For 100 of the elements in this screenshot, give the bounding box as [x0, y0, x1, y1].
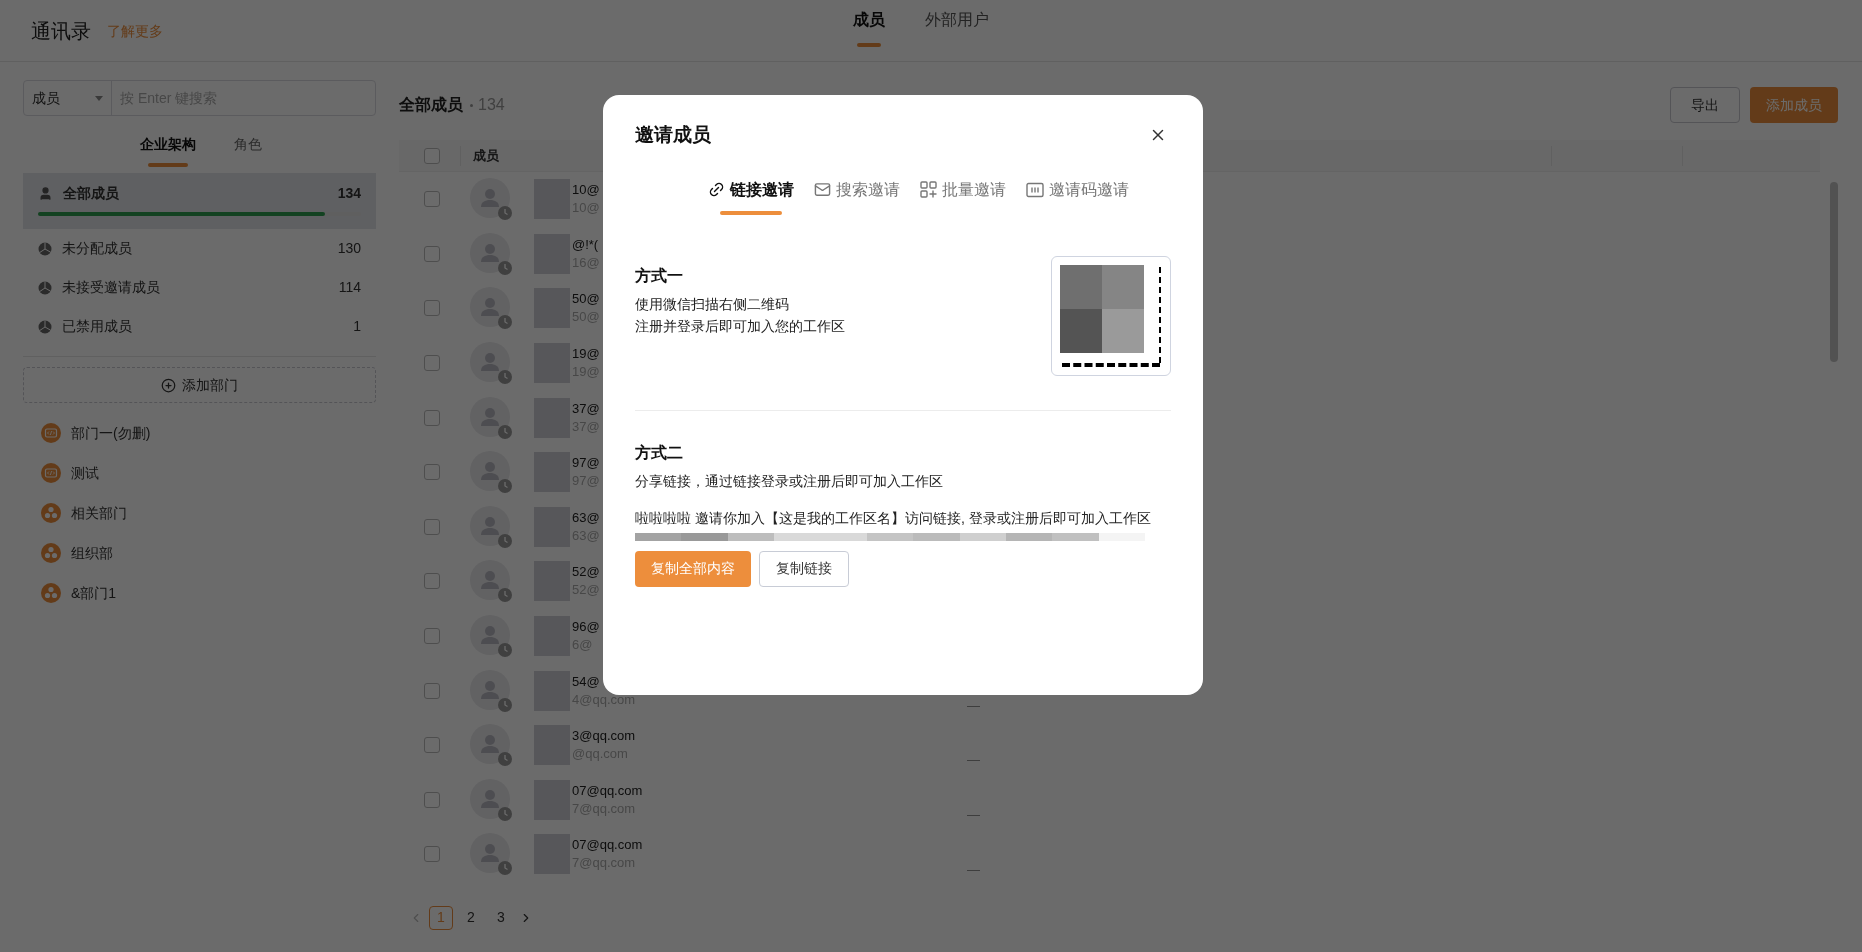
copy-link-button[interactable]: 复制链接: [759, 550, 849, 587]
org-badge-icon: [41, 503, 61, 523]
avatar: [470, 505, 512, 548]
member-name: 97@: [572, 454, 600, 473]
member-name: 54@: [572, 672, 601, 691]
member-name: 10@: [572, 181, 600, 200]
caret-down-icon: [95, 95, 103, 101]
page-button[interactable]: 3: [489, 905, 513, 930]
dialog-title: 邀请成员: [635, 123, 711, 147]
member-name: 37@: [572, 399, 600, 418]
member-group-item[interactable]: 全部成员 134: [23, 173, 376, 229]
checkbox[interactable]: [424, 409, 440, 426]
sidebar-tab[interactable]: 企业架构: [139, 134, 196, 167]
mail-icon: [813, 181, 831, 198]
group-label: 已禁用成员: [62, 317, 133, 336]
department-item[interactable]: 组织部: [23, 533, 376, 573]
sidebar-tab[interactable]: 角色: [227, 134, 268, 167]
checkbox[interactable]: [424, 147, 440, 164]
group-label: 未接受邀请成员: [62, 278, 161, 297]
table-cell-text: —: [967, 806, 980, 825]
avatar: [470, 615, 512, 658]
avatar: [470, 342, 512, 385]
table-cell-text: —: [967, 751, 980, 770]
instruction-text: 使用微信扫描右侧二维码: [635, 294, 790, 314]
member-name: 50@: [572, 290, 600, 309]
pie-chart-icon: [38, 241, 52, 256]
member-name: 63@: [572, 508, 600, 527]
column-header: 成员: [473, 146, 499, 165]
avatar: [470, 232, 512, 275]
add-member-button[interactable]: 添加成员: [1750, 87, 1838, 123]
invite-tab[interactable]: 邀请码邀请: [1025, 177, 1129, 215]
group-label: 未分配成员: [62, 239, 133, 258]
dot-separator-icon: [470, 103, 473, 107]
avatar: [470, 833, 512, 876]
page-button[interactable]: 2: [459, 905, 483, 930]
group-count: 134: [337, 184, 361, 203]
checkbox[interactable]: [424, 682, 440, 699]
member-name: 07@qq.com: [572, 781, 643, 800]
member-name: @!*(: [572, 235, 600, 254]
instruction-text: 注册并登录后即可加入您的工作区: [635, 316, 845, 336]
section-title: 全部成员: [399, 95, 463, 115]
person-icon: [38, 186, 53, 201]
checkbox[interactable]: [424, 791, 440, 808]
member-name: 52@: [572, 563, 600, 582]
code-badge-icon: [41, 423, 61, 443]
invite-tab[interactable]: 搜索邀请: [813, 177, 900, 215]
checkbox[interactable]: [424, 573, 440, 590]
invite-tab[interactable]: 链接邀请: [707, 177, 794, 215]
top-tab[interactable]: 成员: [853, 0, 885, 62]
avatar: [470, 178, 512, 221]
group-count: 130: [337, 239, 361, 258]
table-cell-text: —: [967, 860, 980, 879]
invite-tab[interactable]: 批量邀请: [919, 177, 1006, 215]
scope-select[interactable]: 成员: [24, 81, 112, 115]
member-name: 07@qq.com: [572, 836, 643, 855]
checkbox[interactable]: [424, 191, 440, 208]
checkbox[interactable]: [424, 737, 440, 754]
instruction-text: 分享链接，通过链接登录或注册后即可加入工作区: [635, 471, 944, 491]
avatar: [470, 287, 512, 330]
checkbox[interactable]: [424, 628, 440, 645]
add-department-button[interactable]: 添加部门: [23, 367, 376, 403]
member-name: 3@qq.com: [572, 727, 636, 746]
page-button[interactable]: 1: [429, 905, 453, 930]
top-tab[interactable]: 外部用户: [925, 0, 989, 62]
department-item[interactable]: 测试: [23, 453, 376, 493]
pie-chart-icon: [38, 319, 52, 334]
avatar: [470, 724, 512, 767]
avatar: [470, 778, 512, 821]
member-name: 19@: [572, 345, 600, 364]
checkbox[interactable]: [424, 846, 440, 863]
department-item[interactable]: &部门1: [23, 573, 376, 613]
avatar: [470, 669, 512, 712]
department-item[interactable]: 相关部门: [23, 493, 376, 533]
checkbox[interactable]: [424, 464, 440, 481]
export-button[interactable]: 导出: [1670, 87, 1740, 123]
checkbox[interactable]: [424, 245, 440, 262]
pie-chart-icon: [38, 280, 52, 295]
org-badge-icon: [41, 543, 61, 563]
member-name: 96@: [572, 618, 600, 637]
group-label: 全部成员: [63, 184, 120, 203]
grid-plus-icon: [919, 181, 937, 198]
plus-circle-icon: [161, 377, 176, 393]
avatar: [470, 451, 512, 494]
learn-more-link[interactable]: 了解更多: [107, 21, 163, 42]
checkbox[interactable]: [424, 518, 440, 535]
checkbox[interactable]: [424, 300, 440, 317]
table-cell-text: —: [967, 696, 980, 715]
code-badge-icon: [41, 463, 61, 483]
invite-message: 啦啦啦啦 邀请你加入【这是我的工作区名】访问链接, 登录或注册后即可加入工作区: [635, 508, 1152, 528]
copy-all-button[interactable]: 复制全部内容: [635, 550, 751, 587]
avatar: [470, 396, 512, 439]
group-count: 114: [338, 278, 361, 297]
checkbox[interactable]: [424, 355, 440, 372]
method-title: 方式一: [635, 265, 684, 286]
method-title: 方式二: [635, 442, 684, 463]
group-count: 1: [353, 317, 361, 336]
keypad-icon: [1025, 181, 1044, 198]
avatar: [470, 560, 512, 603]
department-item[interactable]: 部门一(勿删): [23, 413, 376, 453]
page-title: 通讯录: [31, 18, 91, 44]
